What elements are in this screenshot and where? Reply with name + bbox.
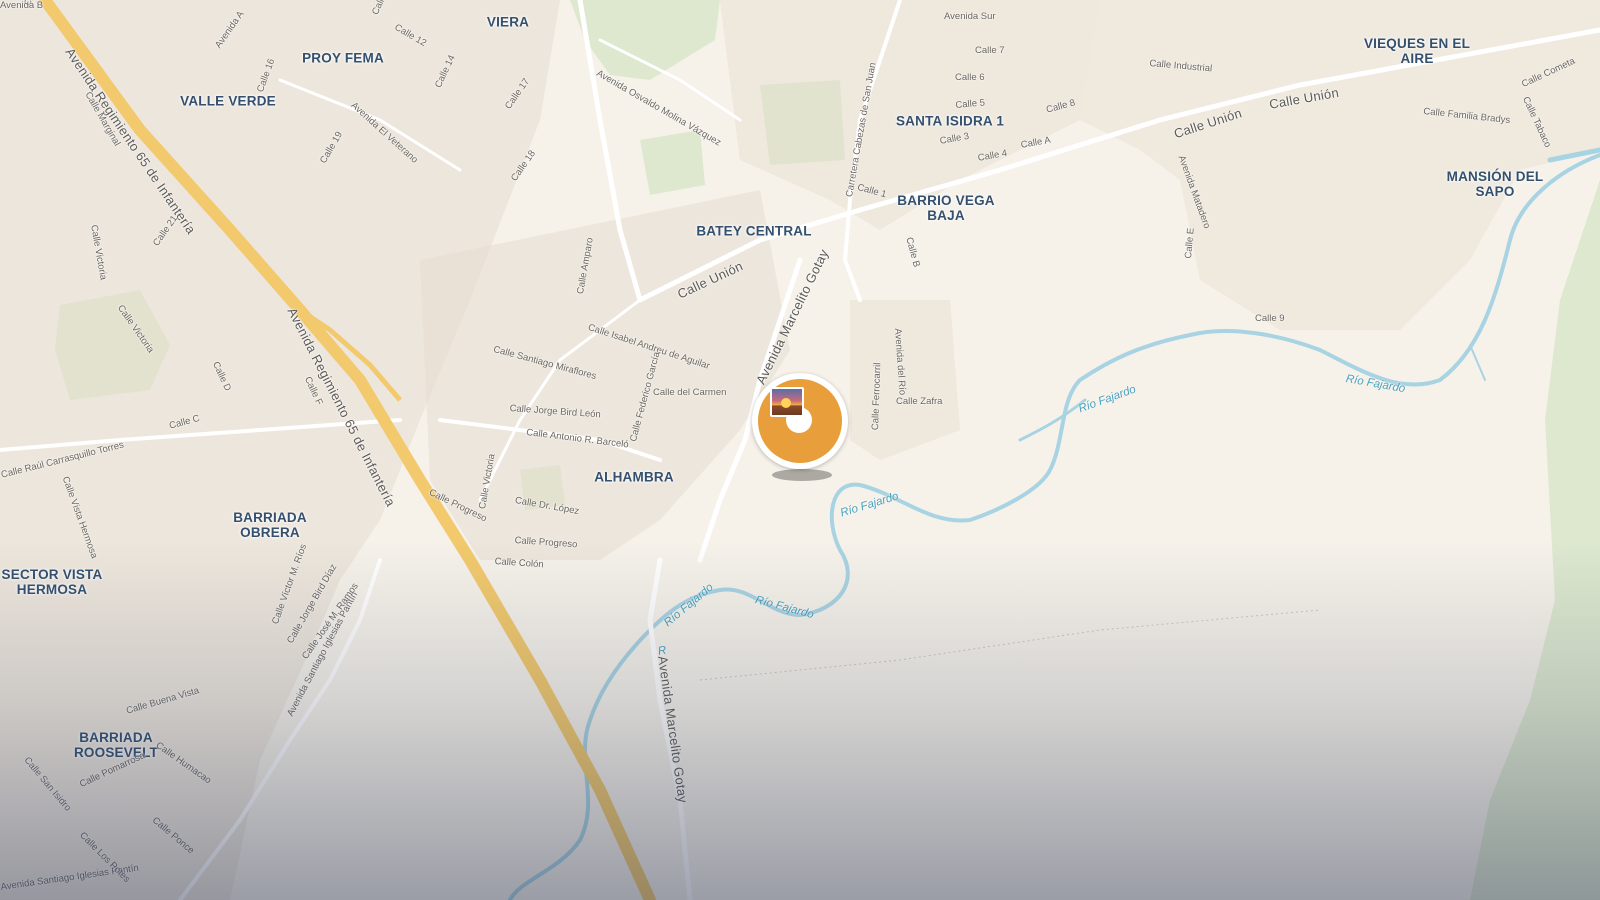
area-label: BARRIADA ROOSEVELT [73, 730, 159, 760]
road-label: Calle 6 [955, 72, 985, 83]
area-label: BARRIADA OBRERA [233, 510, 307, 540]
area-label: BATEY CENTRAL [696, 223, 812, 239]
area-label: VALLE VERDE [180, 93, 276, 109]
road-label: Calle del Carmen [653, 387, 727, 398]
road-label: Avenida Sur [944, 11, 996, 22]
road-label: Calle Zafra [896, 396, 943, 407]
road-label: Calle 7 [975, 45, 1005, 56]
area-label: VIERA [486, 14, 530, 30]
marker-shadow [772, 469, 832, 481]
road-label: Calle Ferrocarril [870, 362, 884, 431]
area-label: SANTA ISIDRA 1 [895, 113, 1005, 129]
area-label: MANSIÓN DEL SAPO [1446, 169, 1544, 199]
road-label: Calle 9 [1255, 313, 1285, 324]
area-label: BARRIO VEGA BAJA [897, 193, 995, 223]
road-label: Avenida B [0, 0, 44, 11]
area-label: VIEQUES EN EL AIRE [1363, 36, 1471, 66]
area-label: SECTOR VISTA HERMOSA [1, 567, 103, 597]
sunset-icon [781, 398, 791, 408]
area-label: PROY FEMA [302, 50, 384, 66]
area-label: ALHAMBRA [594, 469, 674, 485]
photo-marker-icon [770, 387, 804, 417]
park-stadium [640, 130, 705, 195]
photo-marker[interactable] [752, 373, 848, 483]
